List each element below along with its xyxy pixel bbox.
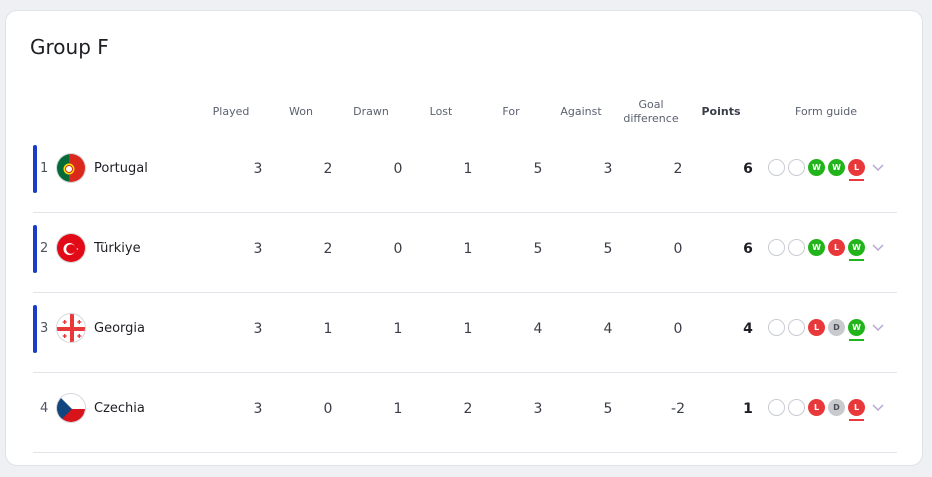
played-value: 3 — [253, 401, 263, 417]
won-value: 2 — [323, 241, 333, 257]
points-value: 6 — [743, 161, 753, 177]
qualification-indicator — [33, 305, 37, 353]
points-value: 1 — [743, 401, 753, 417]
form-loss-badge[interactable]: L — [848, 399, 865, 421]
position: 4 — [40, 401, 49, 416]
georgia-flag-icon — [56, 313, 86, 343]
czechia-flag-icon — [56, 393, 86, 423]
form-loss-badge[interactable]: L — [828, 239, 845, 256]
points-value: 4 — [743, 321, 753, 337]
won-value: 0 — [323, 401, 333, 417]
goal-difference-value: 2 — [673, 161, 683, 177]
position: 3 — [40, 321, 49, 336]
table-row[interactable]: 2 Türkiye 3 2 0 1 5 5 0 6 W L W — [33, 213, 897, 293]
position: 2 — [40, 241, 49, 256]
table-row[interactable]: 3 Georgia 3 1 1 1 4 4 0 4 L D W — [33, 293, 897, 373]
against-value: 5 — [603, 401, 613, 417]
row-divider — [33, 452, 897, 453]
team-name[interactable]: Czechia — [94, 401, 145, 416]
qualification-indicator — [33, 225, 37, 273]
form-guide: WLW — [768, 239, 868, 261]
header-against: Against — [560, 105, 602, 118]
form-empty-badge — [768, 319, 785, 336]
for-value: 3 — [533, 401, 543, 417]
team-name[interactable]: Georgia — [94, 321, 145, 336]
form-win-badge[interactable]: W — [808, 239, 825, 256]
form-win-badge[interactable]: W — [848, 239, 865, 261]
header-won: Won — [289, 105, 313, 118]
header-form-guide: Form guide — [795, 105, 857, 118]
lost-value: 2 — [463, 401, 473, 417]
form-empty-badge — [768, 399, 785, 416]
against-value: 4 — [603, 321, 613, 337]
team-name[interactable]: Türkiye — [94, 241, 141, 256]
against-value: 3 — [603, 161, 613, 177]
form-guide: LDW — [768, 319, 868, 341]
form-draw-badge[interactable]: D — [828, 399, 845, 416]
played-value: 3 — [253, 321, 263, 337]
form-empty-badge — [788, 319, 805, 336]
header-goal-difference: Goal difference — [623, 98, 679, 125]
turkiye-flag-icon — [56, 233, 86, 263]
header-lost: Lost — [429, 105, 453, 118]
won-value: 2 — [323, 161, 333, 177]
form-guide: WWL — [768, 159, 868, 181]
chevron-down-icon[interactable] — [870, 159, 886, 175]
drawn-value: 1 — [393, 401, 403, 417]
form-empty-badge — [768, 159, 785, 176]
portugal-flag-icon — [56, 153, 86, 183]
goal-difference-value: 0 — [673, 241, 683, 257]
form-loss-badge[interactable]: L — [808, 319, 825, 336]
form-win-badge[interactable]: W — [848, 319, 865, 341]
form-win-badge[interactable]: W — [828, 159, 845, 176]
goal-difference-value: -2 — [671, 401, 685, 417]
position: 1 — [40, 161, 49, 176]
form-guide: LDL — [768, 399, 868, 421]
drawn-value: 0 — [393, 241, 403, 257]
chevron-down-icon[interactable] — [870, 319, 886, 335]
qualification-indicator — [33, 145, 37, 193]
chevron-down-icon[interactable] — [870, 239, 886, 255]
team-name[interactable]: Portugal — [94, 161, 148, 176]
points-value: 6 — [743, 241, 753, 257]
for-value: 4 — [533, 321, 543, 337]
group-title: Group F — [30, 35, 109, 59]
played-value: 3 — [253, 161, 263, 177]
header-for: For — [502, 105, 520, 118]
form-empty-badge — [788, 239, 805, 256]
header-drawn: Drawn — [353, 105, 389, 118]
against-value: 5 — [603, 241, 613, 257]
table-row[interactable]: 4 Czechia 3 0 1 2 3 5 -2 1 L D L — [33, 373, 897, 453]
table-row[interactable]: 1 Portugal 3 2 0 1 5 3 2 6 W W L — [33, 133, 897, 213]
for-value: 5 — [533, 161, 543, 177]
drawn-value: 0 — [393, 161, 403, 177]
form-loss-badge[interactable]: L — [808, 399, 825, 416]
form-empty-badge — [788, 159, 805, 176]
lost-value: 1 — [463, 161, 473, 177]
goal-difference-value: 0 — [673, 321, 683, 337]
form-empty-badge — [788, 399, 805, 416]
form-loss-badge[interactable]: L — [848, 159, 865, 181]
lost-value: 1 — [463, 321, 473, 337]
form-win-badge[interactable]: W — [808, 159, 825, 176]
header-played: Played — [212, 105, 250, 118]
drawn-value: 1 — [393, 321, 403, 337]
won-value: 1 — [323, 321, 333, 337]
for-value: 5 — [533, 241, 543, 257]
form-empty-badge — [768, 239, 785, 256]
standings-card: Group F Played Won Drawn Lost For Agains… — [5, 10, 923, 466]
lost-value: 1 — [463, 241, 473, 257]
played-value: 3 — [253, 241, 263, 257]
chevron-down-icon[interactable] — [870, 399, 886, 415]
form-draw-badge[interactable]: D — [828, 319, 845, 336]
header-points: Points — [701, 105, 741, 118]
